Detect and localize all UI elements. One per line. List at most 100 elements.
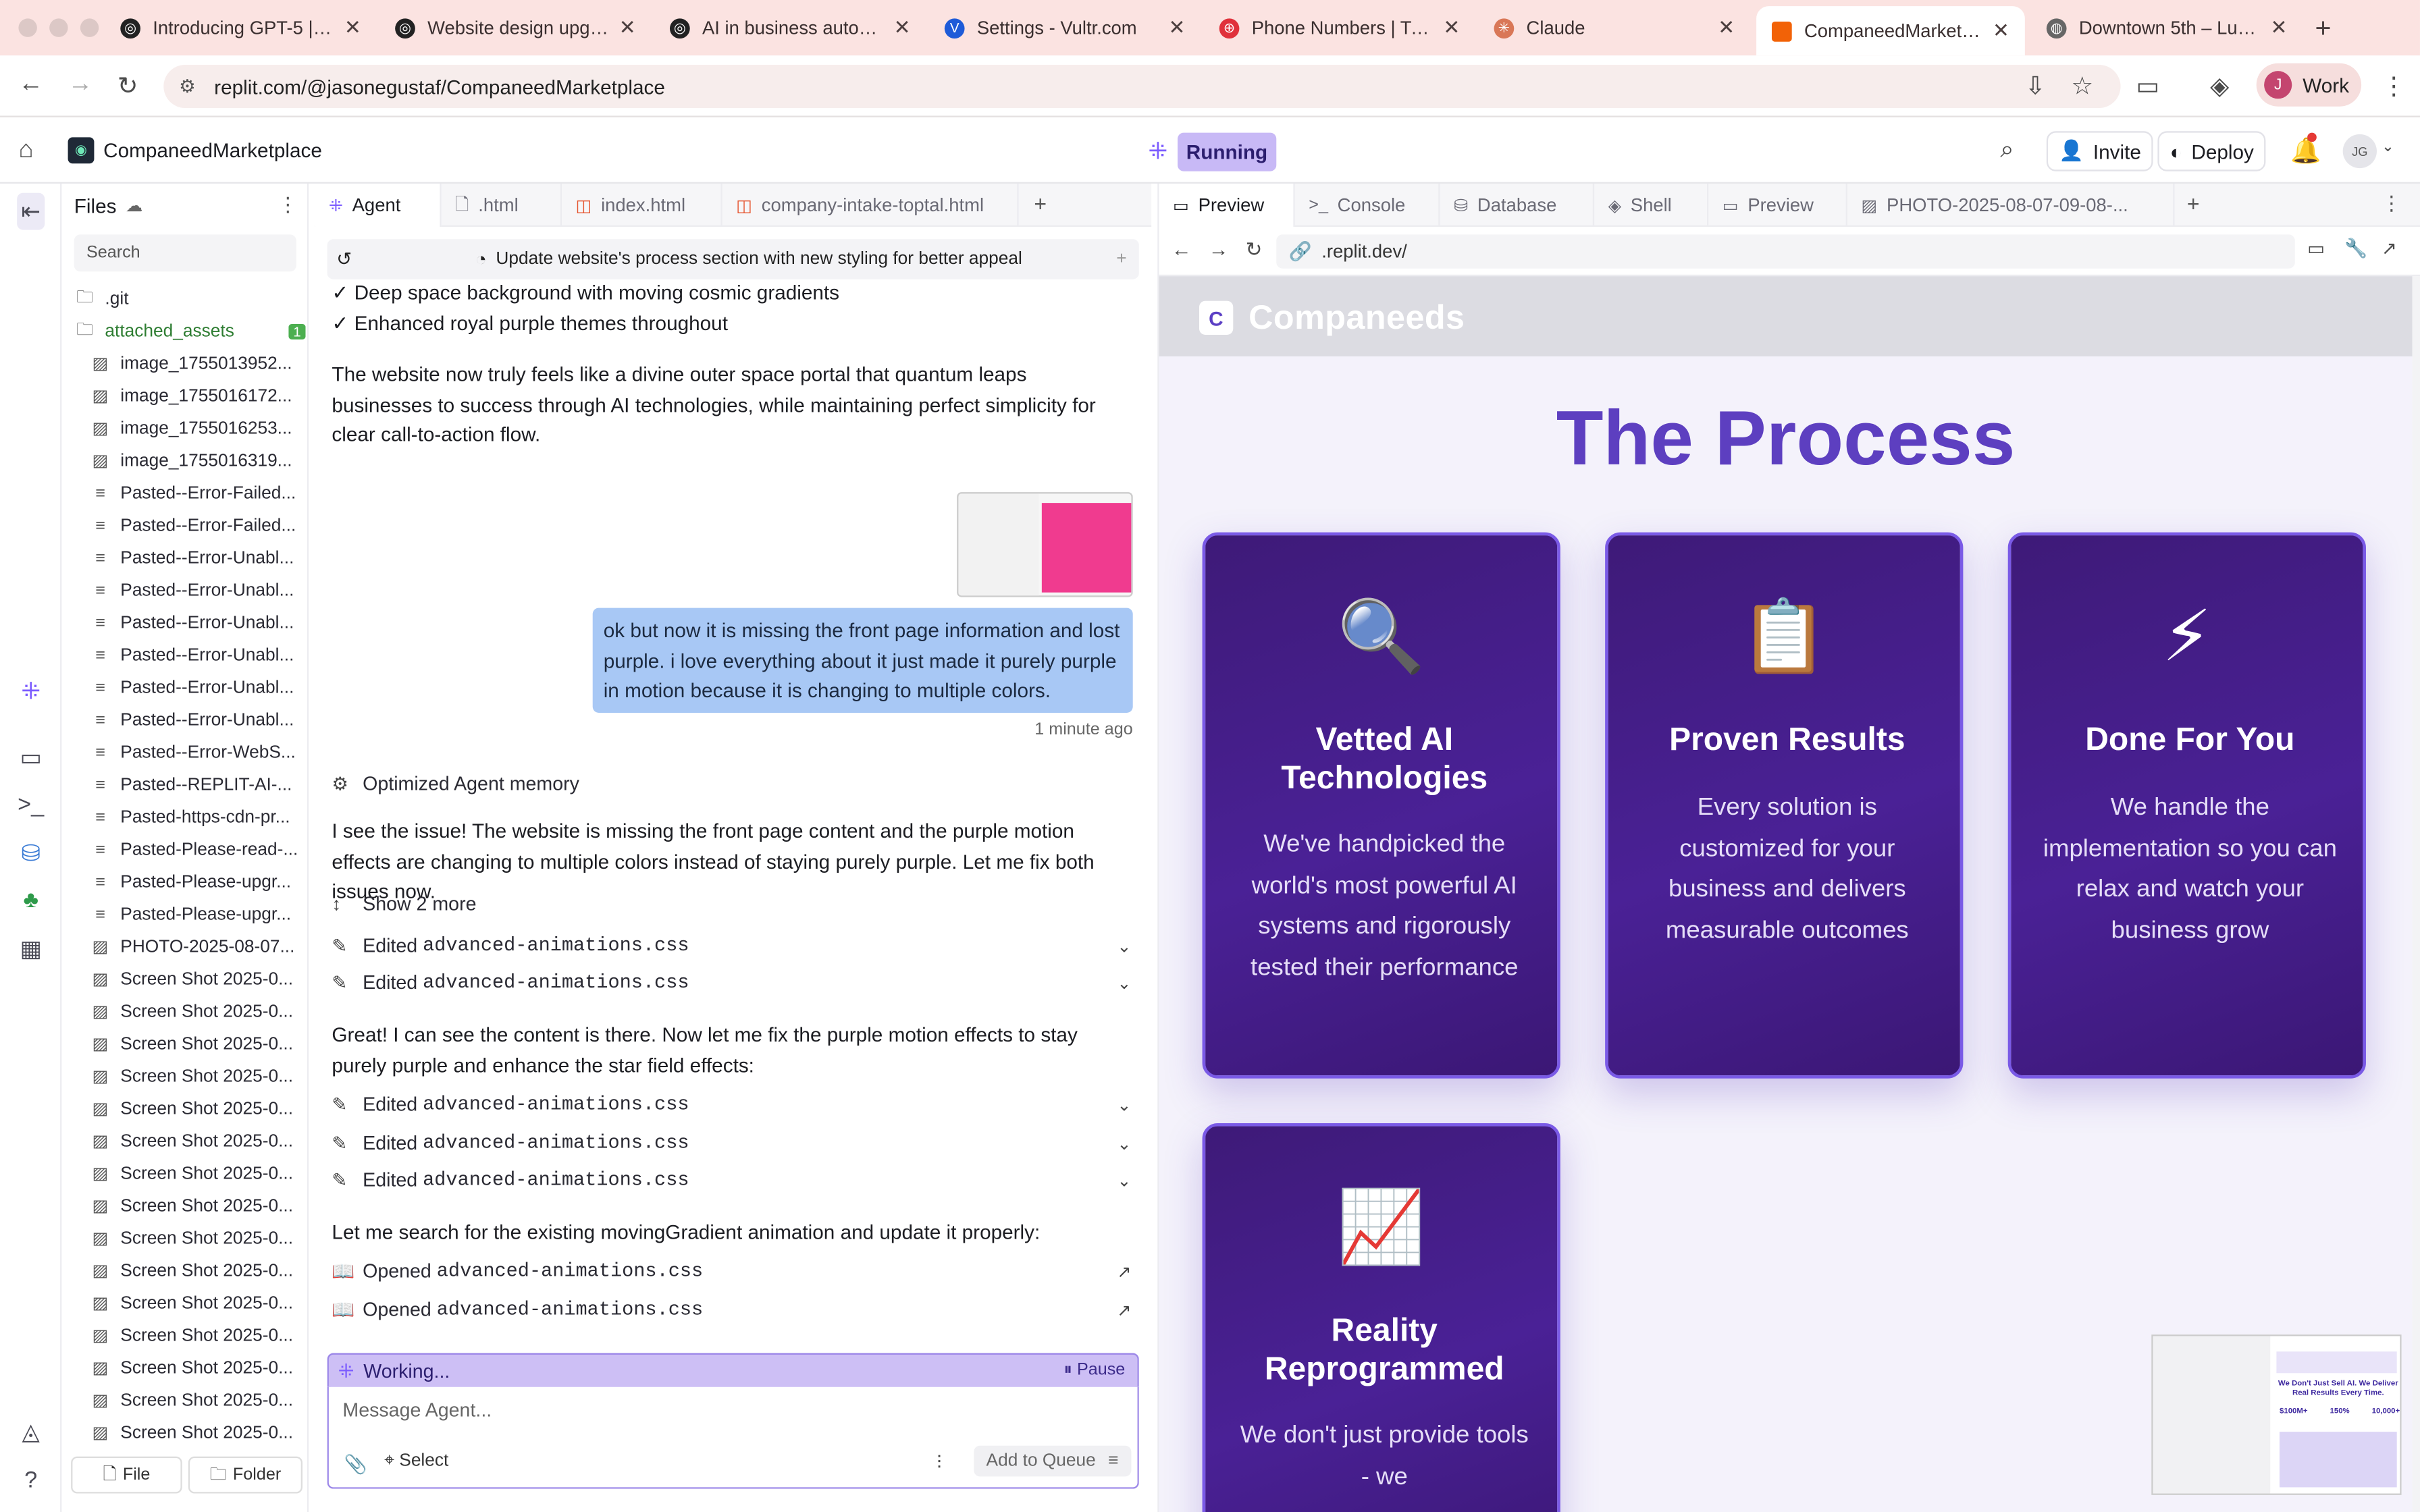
panel-menu-icon[interactable]: ⋮ xyxy=(2382,191,2402,216)
file-row[interactable]: ▨ Screen Shot 2025-0... xyxy=(90,1287,306,1319)
tab-agent[interactable]: ⁜ Agent xyxy=(315,183,442,227)
help-icon[interactable]: ? xyxy=(17,1467,45,1494)
file-row[interactable]: ≡ Pasted--Error-Failed... xyxy=(90,477,306,509)
profile-button[interactable]: J Work xyxy=(2256,63,2362,107)
tab-preview[interactable]: ▭ Preview xyxy=(1159,183,1295,227)
browser-tab[interactable]: ◎ AI in business automation ✕ xyxy=(654,6,926,49)
tab-index-html[interactable]: ◫ index.html xyxy=(562,183,722,227)
add-tab-button[interactable]: + xyxy=(1034,191,1047,216)
url-field[interactable]: ⚙ replit.com/@jasonegustaf/CompaneedMark… xyxy=(163,64,2121,108)
file-row[interactable]: ≡ Pasted--Error-Unabl... xyxy=(90,606,306,639)
site-brand[interactable]: C Companeeds xyxy=(1199,298,1465,338)
open-new-window-icon[interactable]: ↗ xyxy=(2382,238,2397,259)
database-tool-icon[interactable]: ⛁ xyxy=(17,839,45,867)
run-status[interactable]: ⁜ Running xyxy=(1149,130,1277,173)
browser-tab[interactable]: ◍ Downtown 5th – Luxury ✕ xyxy=(2031,6,2303,49)
file-row[interactable]: ≡ Pasted--Error-Failed... xyxy=(90,509,306,541)
deploy-button[interactable]: ◐ Deploy xyxy=(2157,131,2267,171)
file-row[interactable]: ▨ Screen Shot 2025-0... xyxy=(90,1319,306,1351)
file-row[interactable]: ≡ Pasted--Error-Unabl... xyxy=(90,703,306,736)
bookmark-star-icon[interactable]: ☆ xyxy=(2071,71,2093,102)
folder-row[interactable]: 🗀 attached_assets 1 xyxy=(74,315,306,347)
tab-console[interactable]: >_ Console xyxy=(1295,183,1440,227)
file-row[interactable]: ▨ image_1755016319... xyxy=(90,444,306,477)
chevron-down-icon[interactable]: ⌄ xyxy=(1117,1170,1131,1190)
browser-tab[interactable]: ◎ Website design upgrade ✕ xyxy=(379,6,651,49)
chevron-down-icon[interactable]: ⌄ xyxy=(1117,936,1131,956)
browser-tab[interactable]: ⊕ Phone Numbers | Twilio ✕ xyxy=(1204,6,1475,49)
close-icon[interactable]: ✕ xyxy=(1168,16,1185,40)
action-row-opened[interactable]: 📖 Opened advanced-animations.css ↗ xyxy=(332,1293,1131,1326)
new-task-icon[interactable]: + xyxy=(1116,250,1126,268)
file-row[interactable]: ▨ Screen Shot 2025-0... xyxy=(90,1060,306,1092)
select-element-button[interactable]: ⌖ Select xyxy=(384,1452,448,1472)
window-close-button[interactable] xyxy=(18,18,37,37)
browser-tab[interactable]: ✳ Claude ✕ xyxy=(1479,6,1750,49)
browser-tab-active[interactable]: CompaneedMarketplace ✕ xyxy=(1756,6,2025,56)
pause-button[interactable]: ⏸ Pause xyxy=(1063,1361,1125,1381)
back-icon[interactable]: ← xyxy=(18,71,43,99)
shell-tool-icon[interactable]: >_ xyxy=(17,792,45,818)
attach-icon[interactable]: 📎 xyxy=(344,1453,367,1475)
file-row[interactable]: ▨ Screen Shot 2025-0... xyxy=(90,963,306,995)
new-tab-button[interactable]: + xyxy=(2315,12,2332,45)
file-row[interactable]: ▨ image_1755016172... xyxy=(90,379,306,412)
file-row[interactable]: ▨ Screen Shot 2025-0... xyxy=(90,1351,306,1384)
close-icon[interactable]: ✕ xyxy=(344,16,361,40)
home-icon[interactable]: ⌂ xyxy=(18,137,33,165)
chevron-down-icon[interactable]: ⌄ xyxy=(2382,139,2394,156)
open-external-icon[interactable]: ↗ xyxy=(1117,1262,1131,1281)
file-row[interactable]: ≡ Pasted--REPLIT-AI-... xyxy=(90,768,306,801)
files-search-input[interactable]: Search xyxy=(74,234,296,272)
file-row[interactable]: ▨ Screen Shot 2025-0... xyxy=(90,1384,306,1416)
show-more-button[interactable]: ↕ Show 2 more xyxy=(332,887,1131,921)
tab-database[interactable]: ⛁ Database xyxy=(1440,183,1595,227)
file-row[interactable]: ▨ Screen Shot 2025-0... xyxy=(90,1157,306,1189)
close-icon[interactable]: ✕ xyxy=(1443,16,1460,40)
file-row[interactable]: ≡ Pasted--Error-WebS... xyxy=(90,736,306,768)
extensions-icon[interactable]: ◈ xyxy=(2210,71,2229,102)
action-row-edited[interactable]: ✎ Edited advanced-animations.css ⌄ xyxy=(332,966,1131,1000)
action-row-edited[interactable]: ✎ Edited advanced-animations.css ⌄ xyxy=(332,1127,1131,1160)
screenshot-thumbnail[interactable]: We Don't Just Sell AI. We Deliver Real R… xyxy=(2151,1334,2402,1495)
browser-tab[interactable]: ◎ Introducing GPT-5 | OpenAI ✕ xyxy=(105,6,376,49)
file-row[interactable]: ≡ Pasted--Error-Unabl... xyxy=(90,574,306,606)
file-row[interactable]: ≡ Pasted-https-cdn-pr... xyxy=(90,801,306,833)
file-row[interactable]: ▨ Screen Shot 2025-0... xyxy=(90,1254,306,1287)
file-row[interactable]: ▨ image_1755013952... xyxy=(90,347,306,379)
reload-icon[interactable]: ↻ xyxy=(117,71,138,102)
file-row[interactable]: ▨ Screen Shot 2025-0... xyxy=(90,995,306,1027)
project-switcher[interactable]: ◉ CompaneedMarketplace xyxy=(68,137,322,164)
file-row[interactable]: ≡ Pasted--Error-Unabl... xyxy=(90,671,306,703)
agent-message-input[interactable]: Message Agent... 📎 ⌖ Select ⫶ Add to Que… xyxy=(327,1386,1139,1489)
tab-preview-2[interactable]: ▭ Preview xyxy=(1708,183,1847,227)
preview-tool-icon[interactable]: ▭ xyxy=(17,744,45,772)
open-external-icon[interactable]: ↗ xyxy=(1117,1300,1131,1320)
action-row-edited[interactable]: ✎ Edited advanced-animations.css ⌄ xyxy=(332,1163,1131,1197)
bell-icon[interactable]: ◬ xyxy=(17,1418,45,1446)
browser-menu-icon[interactable]: ⋮ xyxy=(2382,71,2406,102)
new-folder-button[interactable]: 🗀 Folder xyxy=(188,1456,302,1494)
tab-search-icon[interactable]: ▭ xyxy=(2136,71,2159,102)
file-row[interactable]: ≡ Pasted--Error-Unabl... xyxy=(90,639,306,671)
notifications-icon[interactable]: 🔔 xyxy=(2290,136,2321,167)
install-icon[interactable]: ⇩ xyxy=(2025,71,2046,102)
all-tools-icon[interactable]: ▦ xyxy=(17,935,45,963)
agent-tool-icon[interactable]: ⁜ xyxy=(17,677,45,705)
attached-image-thumbnail[interactable] xyxy=(957,492,1133,597)
file-row[interactable]: ≡ Pasted-Please-read-... xyxy=(90,833,306,865)
tab-shell[interactable]: ◈ Shell xyxy=(1594,183,1709,227)
file-row[interactable]: ▨ Screen Shot 2025-0... xyxy=(90,1222,306,1254)
user-avatar[interactable]: JG xyxy=(2342,134,2377,169)
settings-sliders-icon[interactable]: ⫶ xyxy=(937,1452,941,1475)
chevron-down-icon[interactable]: ⌄ xyxy=(1117,1133,1131,1153)
file-row[interactable]: ▨ PHOTO-2025-08-07... xyxy=(90,930,306,963)
forward-icon[interactable]: → xyxy=(1209,238,1229,261)
add-tab-button[interactable]: + xyxy=(2187,191,2200,216)
history-icon[interactable]: ↺ xyxy=(336,248,352,270)
back-icon[interactable]: ← xyxy=(1172,238,1192,261)
file-row[interactable]: ▨ Screen Shot 2025-0... xyxy=(90,1125,306,1157)
tab-company-intake[interactable]: ◫ company-intake-toptal.html xyxy=(722,183,1019,227)
files-tool-icon[interactable]: ⇤ xyxy=(17,192,45,230)
devtools-icon[interactable]: 🔧 xyxy=(2344,238,2367,259)
